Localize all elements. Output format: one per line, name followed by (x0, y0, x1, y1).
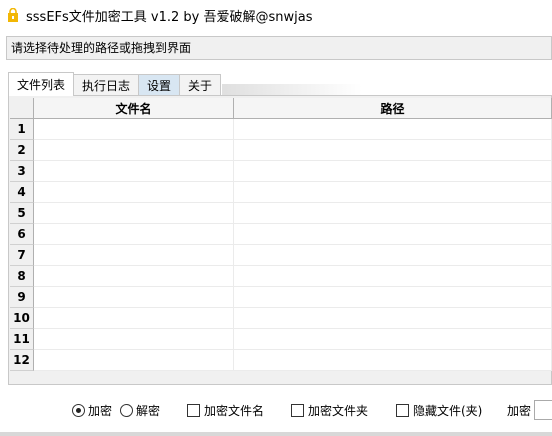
table-row[interactable]: 7 (10, 245, 552, 266)
path-cell[interactable] (234, 182, 552, 203)
row-number[interactable]: 4 (10, 182, 34, 203)
filename-cell[interactable] (34, 119, 234, 140)
row-number[interactable]: 2 (10, 140, 34, 161)
path-cell[interactable] (234, 287, 552, 308)
tab-settings-label: 设置 (147, 79, 172, 93)
hide-file-checkbox[interactable]: 隐藏文件(夹) (396, 400, 482, 420)
row-number[interactable]: 5 (10, 203, 34, 224)
checkbox-icon[interactable] (291, 403, 304, 417)
row-number[interactable]: 10 (10, 308, 34, 329)
row-number[interactable]: 11 (10, 329, 34, 350)
filename-cell[interactable] (34, 182, 234, 203)
path-cell[interactable] (234, 224, 552, 245)
table-row[interactable]: 9 (10, 287, 552, 308)
radio-unselected-icon[interactable] (120, 403, 133, 417)
tab-bar: 文件列表 执行日志 设置 关于 (8, 72, 222, 96)
row-number[interactable]: 3 (10, 161, 34, 182)
filename-cell[interactable] (34, 245, 234, 266)
path-input[interactable] (7, 37, 551, 59)
row-number[interactable]: 8 (10, 266, 34, 287)
filename-cell[interactable] (34, 224, 234, 245)
table-row[interactable]: 6 (10, 224, 552, 245)
decrypt-radio[interactable]: 解密 (120, 400, 160, 420)
column-header-path[interactable]: 路径 (234, 98, 552, 118)
filename-cell[interactable] (34, 161, 234, 182)
lock-icon (8, 8, 18, 22)
table-header: 文件名 路径 (10, 98, 552, 119)
options-bar: 加密 解密 加密文件名 加密文件夹 隐藏文件(夹) 加密 (0, 400, 552, 420)
encrypt-filename-label: 加密文件名 (204, 403, 265, 418)
password-group: 加密 (507, 400, 552, 420)
path-cell[interactable] (234, 266, 552, 287)
table-row[interactable]: 12 (10, 350, 552, 371)
table-row[interactable]: 1 (10, 119, 552, 140)
table-row[interactable]: 10 (10, 308, 552, 329)
checkbox-icon[interactable] (187, 403, 200, 417)
path-cell[interactable] (234, 350, 552, 371)
row-number[interactable]: 7 (10, 245, 34, 266)
path-cell[interactable] (234, 308, 552, 329)
filename-cell[interactable] (34, 329, 234, 350)
window-title: sssEFs文件加密工具 v1.2 by 吾爱破解@snwjas (26, 10, 313, 25)
row-number[interactable]: 12 (10, 350, 34, 371)
path-cell[interactable] (234, 161, 552, 182)
path-cell[interactable] (234, 119, 552, 140)
filename-cell[interactable] (34, 308, 234, 329)
tab-file-list[interactable]: 文件列表 (8, 72, 75, 96)
tab-file-list-label: 文件列表 (17, 78, 66, 92)
filename-cell[interactable] (34, 266, 234, 287)
row-number[interactable]: 6 (10, 224, 34, 245)
hide-file-label: 隐藏文件(夹) (413, 403, 483, 418)
filename-cell[interactable] (34, 203, 234, 224)
path-cell[interactable] (234, 245, 552, 266)
column-header-filename[interactable]: 文件名 (34, 98, 234, 118)
row-number[interactable]: 9 (10, 287, 34, 308)
encrypt-filename-checkbox[interactable]: 加密文件名 (187, 400, 264, 420)
tab-about-label: 关于 (188, 79, 213, 93)
radio-selected-icon[interactable] (72, 403, 85, 417)
title-bar: sssEFs文件加密工具 v1.2 by 吾爱破解@snwjas (0, 0, 552, 28)
table-row[interactable]: 5 (10, 203, 552, 224)
table-row[interactable]: 3 (10, 161, 552, 182)
row-number[interactable]: 1 (10, 119, 34, 140)
status-strip (0, 432, 552, 436)
table-row[interactable]: 11 (10, 329, 552, 350)
table-corner (10, 98, 34, 118)
filename-cell[interactable] (34, 350, 234, 371)
tab-about[interactable]: 关于 (179, 74, 222, 96)
encrypt-folder-checkbox[interactable]: 加密文件夹 (291, 400, 368, 420)
decrypt-radio-label: 解密 (136, 403, 161, 418)
filename-cell[interactable] (34, 140, 234, 161)
encrypt-radio-label: 加密 (88, 403, 113, 418)
table-row[interactable]: 4 (10, 182, 552, 203)
password-label: 加密 (507, 403, 532, 418)
password-input[interactable] (534, 400, 552, 420)
path-cell[interactable] (234, 140, 552, 161)
table-row[interactable]: 8 (10, 266, 552, 287)
table-row[interactable]: 2 (10, 140, 552, 161)
tab-settings[interactable]: 设置 (138, 74, 181, 96)
path-cell[interactable] (234, 329, 552, 350)
path-field[interactable] (6, 36, 552, 60)
file-table[interactable]: 文件名 路径 1 2 3 4 5 6 7 8 9 10 11 12 (10, 98, 552, 371)
filename-cell[interactable] (34, 287, 234, 308)
checkbox-icon[interactable] (396, 403, 409, 417)
tab-execution-log[interactable]: 执行日志 (73, 74, 140, 96)
tab-execution-log-label: 执行日志 (82, 79, 131, 93)
encrypt-radio[interactable]: 加密 (72, 400, 112, 420)
encrypt-folder-label: 加密文件夹 (308, 403, 369, 418)
path-cell[interactable] (234, 203, 552, 224)
